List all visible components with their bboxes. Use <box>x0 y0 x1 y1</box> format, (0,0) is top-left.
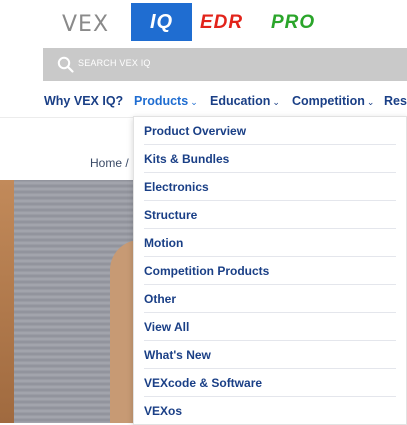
brand-tab-pro[interactable]: PRO <box>271 12 315 34</box>
nav-item-label: Products <box>134 94 189 108</box>
menu-item-vexcode-software[interactable]: VEXcode & Software <box>144 376 396 390</box>
nav-item-label: Competition <box>292 94 365 108</box>
menu-divider <box>144 312 396 313</box>
breadcrumb: Home / <box>90 156 129 170</box>
menu-item-kits-bundles[interactable]: Kits & Bundles <box>144 152 396 166</box>
brand-bar: VEX IQ EDR PRO <box>0 0 407 46</box>
menu-item-motion[interactable]: Motion <box>144 236 396 250</box>
menu-divider <box>144 200 396 201</box>
menu-divider <box>144 172 396 173</box>
menu-divider <box>144 284 396 285</box>
nav-item-label: Why VEX IQ? <box>44 94 124 108</box>
vex-logo-text: VEX <box>62 12 110 37</box>
chevron-down-icon: ⌄ <box>190 97 198 107</box>
menu-item-product-overview[interactable]: Product Overview <box>144 124 396 138</box>
nav-item-why-vex-iq[interactable]: Why VEX IQ? <box>44 94 123 108</box>
products-dropdown-menu: Product Overview Kits & Bundles Electron… <box>133 116 407 425</box>
nav-item-competition[interactable]: Competition ⌄ <box>292 94 374 108</box>
main-nav: Why VEX IQ? Products ⌄ Education ⌄ Competi… <box>0 82 407 118</box>
menu-item-competition-products[interactable]: Competition Products <box>144 264 396 278</box>
nav-item-resources[interactable]: Res <box>384 94 407 108</box>
menu-divider <box>144 228 396 229</box>
vex-logo[interactable]: VEX <box>62 12 109 37</box>
chevron-down-icon: ⌄ <box>366 97 375 107</box>
menu-divider <box>144 368 396 369</box>
menu-divider <box>144 144 396 145</box>
menu-item-vexos[interactable]: VEXos <box>144 404 396 418</box>
search-input[interactable]: SEARCH VEX IQ <box>78 58 151 68</box>
menu-item-whats-new[interactable]: What's New <box>144 348 396 362</box>
breadcrumb-separator: / <box>125 156 129 170</box>
nav-item-education[interactable]: Education ⌄ <box>210 94 280 108</box>
menu-item-electronics[interactable]: Electronics <box>144 180 396 194</box>
menu-item-other[interactable]: Other <box>144 292 396 306</box>
chevron-down-icon: ⌄ <box>272 97 280 107</box>
menu-item-view-all[interactable]: View All <box>144 320 396 334</box>
search-icon[interactable] <box>57 56 74 73</box>
search-bar[interactable]: SEARCH VEX IQ <box>43 48 407 81</box>
menu-item-structure[interactable]: Structure <box>144 208 396 222</box>
menu-divider <box>144 396 396 397</box>
nav-item-label: Education <box>210 94 271 108</box>
breadcrumb-home[interactable]: Home <box>90 156 122 170</box>
nav-item-products[interactable]: Products ⌄ <box>134 94 198 108</box>
menu-divider <box>144 340 396 341</box>
menu-divider <box>144 256 396 257</box>
brand-tab-edr[interactable]: EDR <box>200 12 243 34</box>
nav-item-label: Res <box>384 94 407 108</box>
hero-hair-left <box>0 180 14 423</box>
brand-tab-iq[interactable]: IQ <box>131 3 192 41</box>
